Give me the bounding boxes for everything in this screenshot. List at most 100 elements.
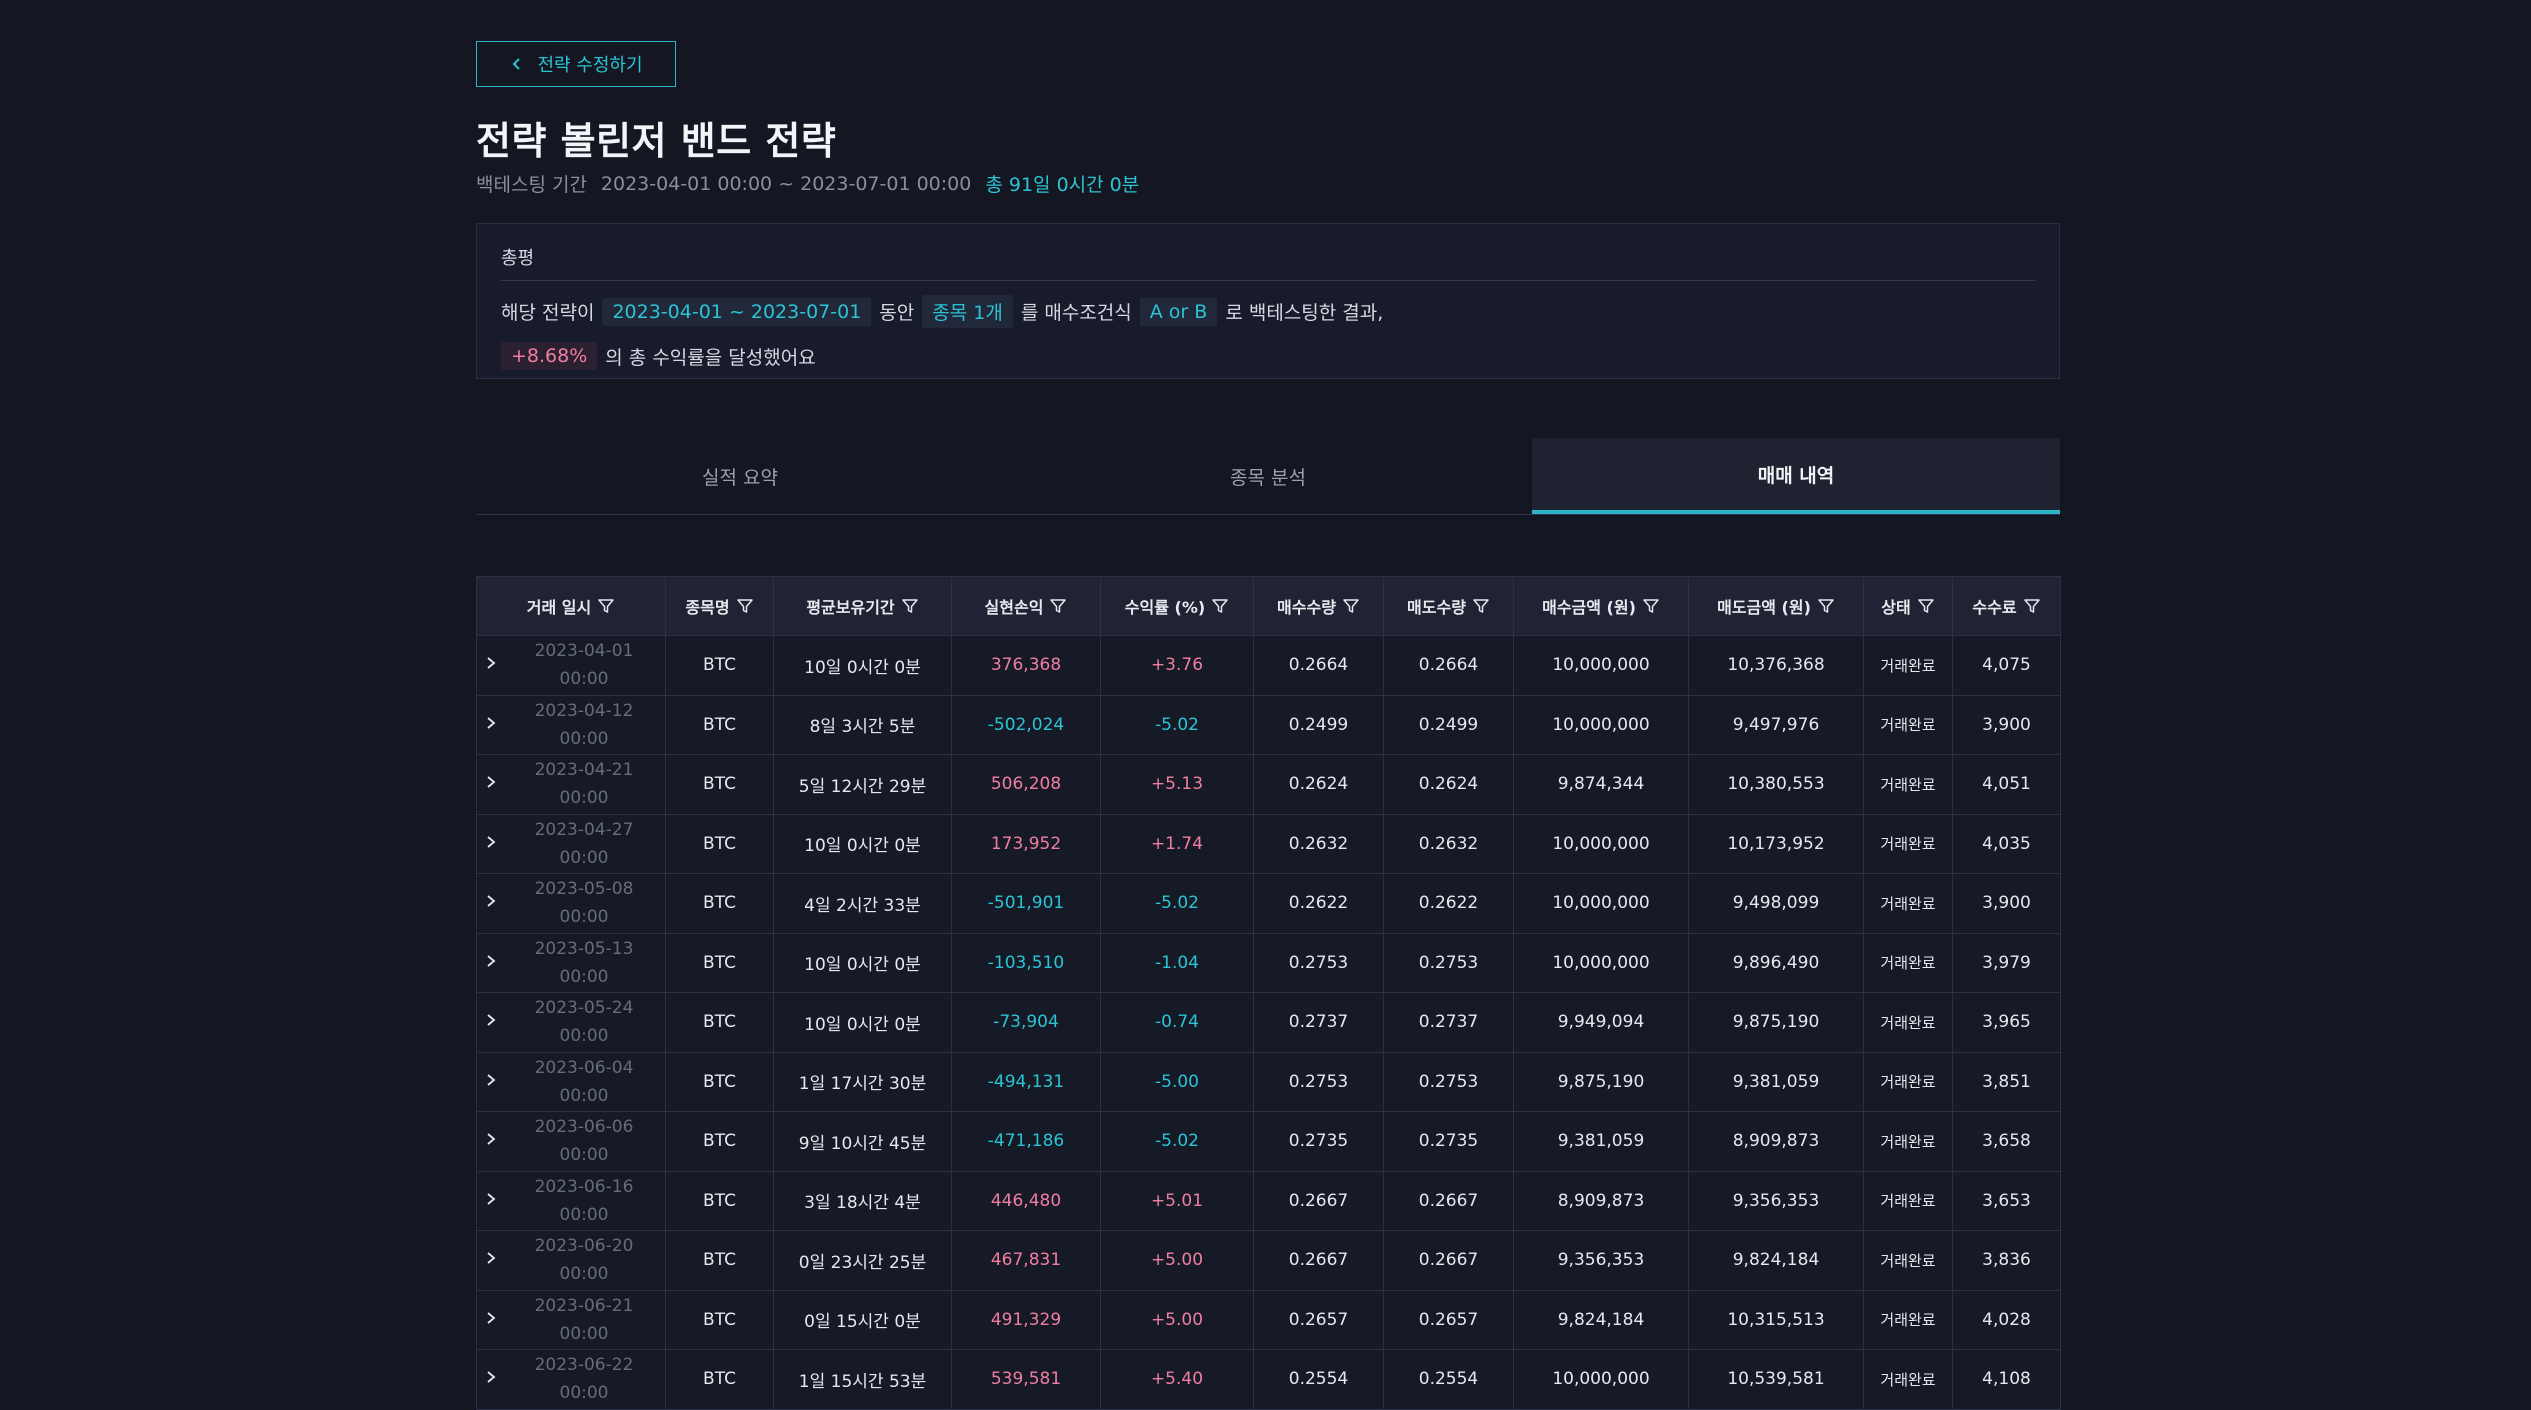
expand-row-button[interactable] bbox=[478, 830, 504, 858]
column-header[interactable]: 종목명 bbox=[665, 576, 774, 636]
hold-period-cell: 4일 2시간 33분 bbox=[773, 873, 952, 934]
fee-cell: 3,836 bbox=[1952, 1230, 2061, 1291]
column-header[interactable]: 매수금액 (원) bbox=[1513, 576, 1689, 636]
column-header-label: 수익률 (%) bbox=[1124, 598, 1206, 617]
filter-icon[interactable] bbox=[736, 597, 754, 615]
table-row: 2023-06-20 00:00 BTC 0일 23시간 25분 467,831 +5.0… bbox=[476, 1230, 2061, 1291]
filter-icon[interactable] bbox=[1472, 597, 1490, 615]
filter-icon[interactable] bbox=[2023, 597, 2041, 615]
summary-text: 의 총 수익률을 달성했어요 bbox=[605, 346, 816, 369]
expand-row-button[interactable] bbox=[478, 1187, 504, 1215]
expand-row-button[interactable] bbox=[478, 770, 504, 798]
expand-row-button[interactable] bbox=[478, 1246, 504, 1274]
realized-pnl-cell: 506,208 bbox=[951, 754, 1101, 815]
period-label: 백테스팅 기간 bbox=[476, 174, 587, 196]
status-cell: 거래완료 bbox=[1863, 1051, 1953, 1112]
expand-row-button[interactable] bbox=[478, 1068, 504, 1096]
table-row: 2023-06-21 00:00 BTC 0일 15시간 0분 491,329 +5.00… bbox=[476, 1289, 2061, 1350]
column-header[interactable]: 거래 일시 bbox=[476, 576, 666, 636]
tab-stock-analysis[interactable]: 종목 분석 bbox=[1004, 438, 1532, 514]
stock-name-cell: BTC bbox=[665, 873, 774, 934]
summary-condition: A or B bbox=[1139, 297, 1218, 326]
expand-row-button[interactable] bbox=[478, 1008, 504, 1036]
expand-row-button[interactable] bbox=[478, 1127, 504, 1155]
filter-icon[interactable] bbox=[1342, 597, 1360, 615]
hold-period-cell: 10일 0시간 0분 bbox=[773, 992, 952, 1053]
column-header[interactable]: 수수료 bbox=[1952, 576, 2061, 636]
expand-row-button[interactable] bbox=[478, 711, 504, 739]
return-rate-cell: +5.40 bbox=[1100, 1349, 1254, 1410]
filter-icon[interactable] bbox=[597, 597, 615, 615]
trade-time: 00:00 bbox=[559, 1145, 609, 1166]
sell-qty-cell: 0.2753 bbox=[1383, 932, 1514, 993]
column-header-label: 매수금액 (원) bbox=[1542, 598, 1636, 617]
trade-time: 00:00 bbox=[559, 788, 609, 809]
trade-datetime-cell: 2023-06-22 00:00 bbox=[476, 1349, 666, 1410]
column-header-label: 평균보유기간 bbox=[806, 598, 895, 617]
filter-icon[interactable] bbox=[1817, 597, 1835, 615]
sell-amount-cell: 9,356,353 bbox=[1688, 1170, 1864, 1231]
buy-qty-cell: 0.2622 bbox=[1253, 873, 1384, 934]
trade-date: 2023-05-08 bbox=[534, 879, 634, 900]
chevron-right-icon bbox=[487, 657, 496, 669]
expand-row-button[interactable] bbox=[478, 889, 504, 917]
stock-name-cell: BTC bbox=[665, 1289, 774, 1350]
fee-cell: 3,658 bbox=[1952, 1111, 2061, 1172]
buy-qty-cell: 0.2624 bbox=[1253, 754, 1384, 815]
expand-row-button[interactable] bbox=[478, 1306, 504, 1334]
buy-qty-cell: 0.2657 bbox=[1253, 1289, 1384, 1350]
table-row: 2023-04-01 00:00 BTC 10일 0시간 0분 376,368 +3.76… bbox=[476, 635, 2061, 696]
expand-row-button[interactable] bbox=[478, 651, 504, 679]
column-header[interactable]: 평균보유기간 bbox=[773, 576, 952, 636]
sell-qty-cell: 0.2554 bbox=[1383, 1349, 1514, 1410]
buy-qty-cell: 0.2753 bbox=[1253, 932, 1384, 993]
sell-amount-cell: 10,315,513 bbox=[1688, 1289, 1864, 1350]
table-body: 2023-04-01 00:00 BTC 10일 0시간 0분 376,368 +3.76… bbox=[476, 635, 2061, 1410]
trade-time: 00:00 bbox=[559, 1026, 609, 1047]
trade-date: 2023-06-04 bbox=[534, 1057, 634, 1078]
filter-icon[interactable] bbox=[1917, 597, 1935, 615]
return-rate-cell: -5.02 bbox=[1100, 873, 1254, 934]
filter-icon[interactable] bbox=[1049, 597, 1067, 615]
fee-cell: 4,108 bbox=[1952, 1349, 2061, 1410]
stock-name-cell: BTC bbox=[665, 932, 774, 993]
filter-icon[interactable] bbox=[1642, 597, 1660, 615]
trade-datetime-cell: 2023-06-06 00:00 bbox=[476, 1111, 666, 1172]
return-rate-cell: +5.01 bbox=[1100, 1170, 1254, 1231]
return-rate-cell: +1.74 bbox=[1100, 813, 1254, 874]
filter-icon[interactable] bbox=[901, 597, 919, 615]
realized-pnl-cell: 491,329 bbox=[951, 1289, 1101, 1350]
sell-amount-cell: 10,380,553 bbox=[1688, 754, 1864, 815]
backtest-period: 백테스팅 기간 2023-04-01 00:00 ~ 2023-07-01 00… bbox=[476, 170, 1139, 197]
sell-qty-cell: 0.2622 bbox=[1383, 873, 1514, 934]
edit-strategy-button[interactable]: 전략 수정하기 bbox=[476, 41, 676, 87]
column-header[interactable]: 실현손익 bbox=[951, 576, 1101, 636]
column-header[interactable]: 매수수량 bbox=[1253, 576, 1384, 636]
expand-row-button[interactable] bbox=[478, 949, 504, 977]
chevron-right-icon bbox=[487, 1014, 496, 1026]
trade-time: 00:00 bbox=[559, 1383, 609, 1404]
sell-qty-cell: 0.2667 bbox=[1383, 1170, 1514, 1231]
period-total: 총 91일 0시간 0분 bbox=[985, 174, 1140, 196]
trade-datetime-cell: 2023-05-13 00:00 bbox=[476, 932, 666, 993]
status-cell: 거래완료 bbox=[1863, 1349, 1953, 1410]
hold-period-cell: 5일 12시간 29분 bbox=[773, 754, 952, 815]
buy-qty-cell: 0.2499 bbox=[1253, 694, 1384, 755]
column-header[interactable]: 매도금액 (원) bbox=[1688, 576, 1864, 636]
chevron-right-icon bbox=[487, 1133, 496, 1145]
expand-row-button[interactable] bbox=[478, 1365, 504, 1393]
chevron-right-icon bbox=[487, 1074, 496, 1086]
buy-amount-cell: 10,000,000 bbox=[1513, 873, 1689, 934]
return-rate-cell: -5.02 bbox=[1100, 1111, 1254, 1172]
column-header[interactable]: 매도수량 bbox=[1383, 576, 1514, 636]
table-row: 2023-05-24 00:00 BTC 10일 0시간 0분 -73,904 -0.74… bbox=[476, 992, 2061, 1053]
column-header[interactable]: 상태 bbox=[1863, 576, 1953, 636]
sell-amount-cell: 9,824,184 bbox=[1688, 1230, 1864, 1291]
tab-performance-summary[interactable]: 실적 요약 bbox=[476, 438, 1004, 514]
status-cell: 거래완료 bbox=[1863, 754, 1953, 815]
filter-icon[interactable] bbox=[1211, 597, 1229, 615]
tab-trade-history[interactable]: 매매 내역 bbox=[1532, 438, 2060, 514]
summary-text: 동안 bbox=[879, 302, 915, 324]
fee-cell: 3,900 bbox=[1952, 873, 2061, 934]
column-header[interactable]: 수익률 (%) bbox=[1100, 576, 1254, 636]
